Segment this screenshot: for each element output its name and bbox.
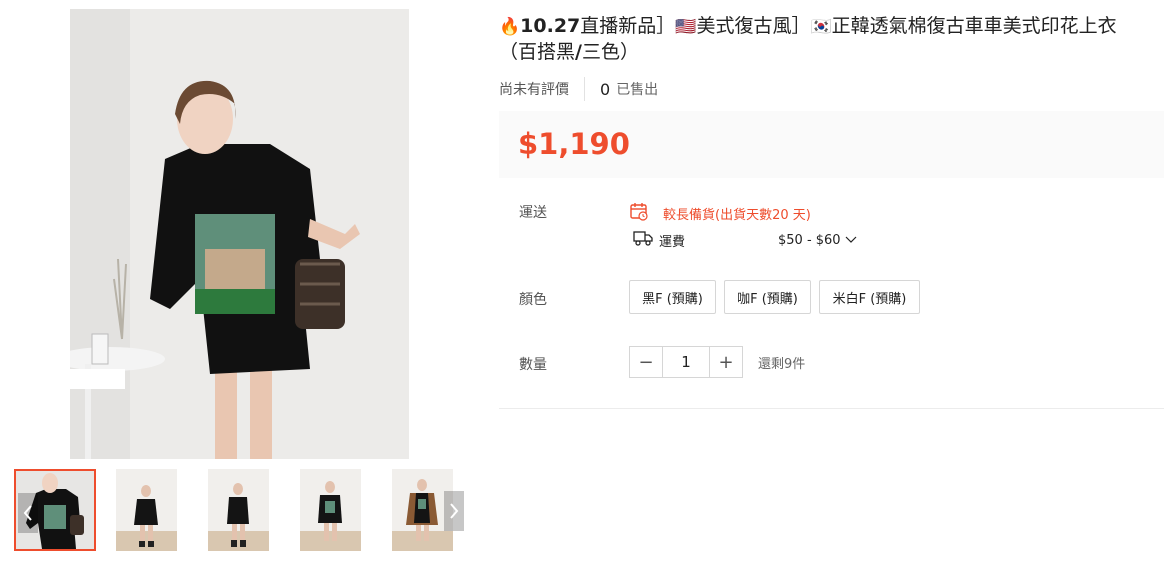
- calendar-icon: [629, 201, 649, 225]
- shipping-warning: 較長備貨(出貨天數20 天): [629, 201, 811, 225]
- shipping-fee-range: $50 - $60: [778, 232, 841, 248]
- rating-status: 尚未有評價: [499, 82, 569, 98]
- color-option-ivory[interactable]: 米白F (預購): [819, 280, 920, 314]
- price-section: $1,190: [499, 111, 1164, 178]
- color-option-brown[interactable]: 咖F (預購): [724, 280, 811, 314]
- chevron-right-icon: [450, 503, 459, 519]
- color-label: 顏色: [519, 292, 547, 308]
- quantity-label: 數量: [519, 357, 547, 373]
- thumbnail-strip: [14, 469, 464, 551]
- product-meta: 尚未有評價 0 已售出: [499, 77, 658, 101]
- quantity-input[interactable]: 1: [662, 347, 710, 377]
- shipping-warning-text: 較長備貨(出貨天數20 天): [663, 207, 811, 223]
- kr-flag-icon: 🇰🇷: [810, 17, 832, 37]
- stock-remaining: 還剩9件: [758, 357, 806, 372]
- product-title: 🔥10.27直播新品］🇺🇸美式復古風］🇰🇷正韓透氣棉復古車車美式印花上衣 （百搭黑…: [499, 15, 1117, 63]
- shipping-fee-dropdown[interactable]: $50 - $60: [778, 230, 857, 250]
- fire-icon: 🔥: [499, 17, 521, 37]
- product-price: $1,190: [518, 127, 630, 161]
- section-divider: [499, 408, 1164, 409]
- color-option-black[interactable]: 黑F (預購): [629, 280, 716, 314]
- main-product-image[interactable]: [70, 9, 409, 459]
- chevron-left-icon: [23, 505, 32, 521]
- thumbnail-3[interactable]: [208, 469, 269, 551]
- thumbnail-4[interactable]: [300, 469, 361, 551]
- quantity-stepper: − 1 +: [629, 346, 743, 378]
- thumbnail-next-button[interactable]: [444, 491, 464, 531]
- sold-count: 0: [600, 79, 611, 99]
- shipping-fee: 運費: [633, 230, 685, 250]
- us-flag-icon: 🇺🇸: [675, 17, 697, 37]
- thumbnail-prev-button[interactable]: [18, 493, 38, 533]
- quantity-increase-button[interactable]: +: [710, 347, 742, 377]
- chevron-down-icon: [845, 233, 857, 248]
- thumbnail-2[interactable]: [116, 469, 177, 551]
- sold-label: 已售出: [616, 82, 659, 98]
- quantity-decrease-button[interactable]: −: [630, 347, 662, 377]
- shipping-label: 運送: [519, 205, 547, 221]
- truck-icon: [633, 230, 653, 250]
- thumbnail-1[interactable]: [14, 469, 96, 551]
- shipping-fee-label: 運費: [659, 234, 686, 250]
